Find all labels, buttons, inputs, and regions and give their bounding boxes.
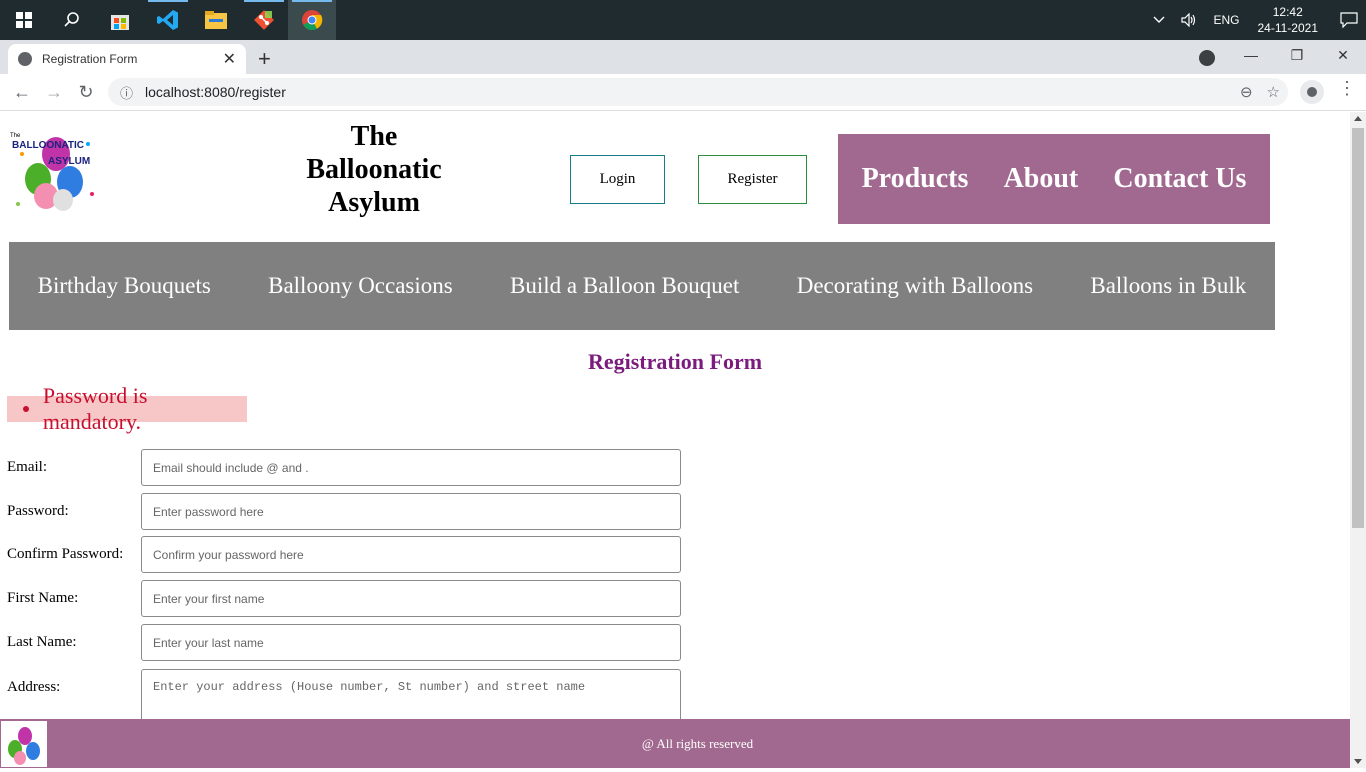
category-birthday-bouquets[interactable]: Birthday Bouquets bbox=[38, 273, 211, 299]
password-field[interactable] bbox=[141, 493, 681, 530]
category-decorating[interactable]: Decorating with Balloons bbox=[797, 273, 1033, 299]
restore-icon[interactable]: ❐ bbox=[1274, 40, 1320, 70]
browser-tab-strip: Registration Form ✕ + — ❐ ✕ bbox=[0, 40, 1366, 74]
error-message: Password is mandatory. bbox=[7, 383, 247, 434]
site-title: The Balloonatic Asylum bbox=[290, 120, 458, 219]
bookmark-star-icon[interactable]: ☆ bbox=[1267, 83, 1280, 101]
vscode-icon bbox=[157, 10, 178, 30]
footer-text: @ All rights reserved bbox=[641, 736, 754, 751]
site-title-line: Balloonatic bbox=[306, 154, 442, 185]
nav-about[interactable]: About bbox=[1004, 163, 1079, 195]
error-bullet bbox=[23, 406, 29, 412]
browser-menu-icon[interactable]: ⋮ bbox=[1338, 78, 1356, 99]
minimize-icon[interactable]: — bbox=[1228, 40, 1274, 70]
search-button[interactable] bbox=[48, 0, 96, 40]
tray-chevron-icon[interactable] bbox=[1145, 0, 1173, 40]
address-label: Address: bbox=[7, 679, 61, 695]
new-tab-icon[interactable]: + bbox=[258, 46, 271, 72]
confirm-password-field[interactable] bbox=[141, 536, 681, 573]
browser-tab[interactable]: Registration Form ✕ bbox=[8, 44, 246, 74]
store-icon bbox=[111, 15, 129, 30]
confirm-password-row: Confirm Password: bbox=[7, 536, 687, 573]
login-button[interactable]: Login bbox=[570, 155, 665, 204]
url-text: localhost:8080/register bbox=[145, 84, 286, 100]
form-heading: Registration Form bbox=[587, 349, 763, 374]
clock-date: 24-11-2021 bbox=[1257, 21, 1319, 35]
email-row: Email: bbox=[7, 449, 687, 486]
last-name-row: Last Name: bbox=[7, 624, 687, 661]
category-balloony-occasions[interactable]: Balloony Occasions bbox=[268, 273, 453, 299]
taskbar-file-explorer[interactable] bbox=[192, 0, 240, 40]
window-close-icon[interactable]: ✕ bbox=[1320, 40, 1366, 70]
notification-icon[interactable] bbox=[1332, 0, 1366, 40]
taskbar-store[interactable] bbox=[96, 0, 144, 40]
tab-search-icon[interactable] bbox=[1199, 50, 1215, 66]
site-logo[interactable]: The BALLOONATIC ASYLUM bbox=[8, 124, 100, 216]
scroll-thumb[interactable] bbox=[1352, 128, 1364, 528]
scroll-down-icon[interactable] bbox=[1354, 759, 1362, 764]
page-scrollbar[interactable] bbox=[1350, 112, 1366, 768]
back-icon[interactable]: ← bbox=[6, 82, 38, 103]
logo-text-main: BALLOONATIC bbox=[12, 140, 84, 151]
globe-icon bbox=[18, 52, 32, 66]
nav-products[interactable]: Products bbox=[862, 163, 969, 195]
register-button[interactable]: Register bbox=[698, 155, 807, 204]
clock-time: 12:42 bbox=[1272, 5, 1303, 19]
first-name-field[interactable] bbox=[141, 580, 681, 617]
nav-contact-us[interactable]: Contact Us bbox=[1113, 163, 1246, 195]
email-field[interactable] bbox=[141, 449, 681, 486]
zoom-icon[interactable]: ⊖ bbox=[1240, 83, 1253, 101]
tab-close-icon[interactable]: ✕ bbox=[223, 49, 236, 69]
site-info-icon[interactable]: ⓘ bbox=[120, 83, 133, 102]
logo-text-sub: ASYLUM bbox=[48, 156, 90, 167]
category-bulk[interactable]: Balloons in Bulk bbox=[1090, 273, 1246, 299]
first-name-row: First Name: bbox=[7, 580, 687, 617]
scroll-up-icon[interactable] bbox=[1354, 116, 1362, 121]
profile-avatar-icon[interactable] bbox=[1300, 80, 1324, 104]
taskbar-vscode[interactable] bbox=[144, 0, 192, 40]
reload-icon[interactable]: ↻ bbox=[70, 82, 102, 103]
windows-taskbar: ENG 12:42 24-11-2021 bbox=[0, 0, 1366, 40]
confirm-password-label: Confirm Password: bbox=[7, 546, 124, 562]
site-title-line: The bbox=[350, 121, 398, 152]
system-clock[interactable]: 12:42 24-11-2021 bbox=[1248, 4, 1333, 36]
last-name-label: Last Name: bbox=[7, 634, 77, 650]
browser-toolbar: ← → ↻ ⓘ localhost:8080/register ⊖ ☆ ⋮ bbox=[0, 74, 1366, 111]
site-title-line: Asylum bbox=[328, 187, 420, 218]
volume-icon[interactable] bbox=[1173, 0, 1205, 40]
folder-icon bbox=[205, 11, 227, 29]
password-label: Password: bbox=[7, 503, 69, 519]
email-label: Email: bbox=[7, 459, 47, 475]
main-nav: Products About Contact Us bbox=[838, 134, 1270, 224]
last-name-field[interactable] bbox=[141, 624, 681, 661]
start-button[interactable] bbox=[0, 0, 48, 40]
first-name-label: First Name: bbox=[7, 590, 79, 606]
search-icon bbox=[64, 12, 79, 27]
category-nav: Birthday Bouquets Balloony Occasions Bui… bbox=[9, 242, 1275, 330]
tab-title: Registration Form bbox=[42, 52, 138, 66]
language-indicator[interactable]: ENG bbox=[1205, 0, 1247, 40]
forward-icon[interactable]: → bbox=[38, 82, 70, 103]
taskbar-git[interactable] bbox=[240, 0, 288, 40]
address-bar[interactable]: ⓘ localhost:8080/register ⊖ ☆ bbox=[108, 78, 1288, 106]
taskbar-chrome[interactable] bbox=[288, 0, 336, 40]
windows-icon bbox=[16, 12, 32, 28]
logo-text-small: The bbox=[10, 133, 21, 139]
site-footer: @ All rights reserved bbox=[0, 719, 1350, 768]
page-viewport: The BALLOONATIC ASYLUM The Balloonatic A… bbox=[0, 112, 1350, 768]
category-build-bouquet[interactable]: Build a Balloon Bouquet bbox=[510, 273, 739, 299]
error-text: Password is mandatory. bbox=[42, 383, 148, 434]
chrome-icon bbox=[302, 10, 323, 31]
password-row: Password: bbox=[7, 493, 687, 530]
git-icon bbox=[254, 10, 274, 30]
